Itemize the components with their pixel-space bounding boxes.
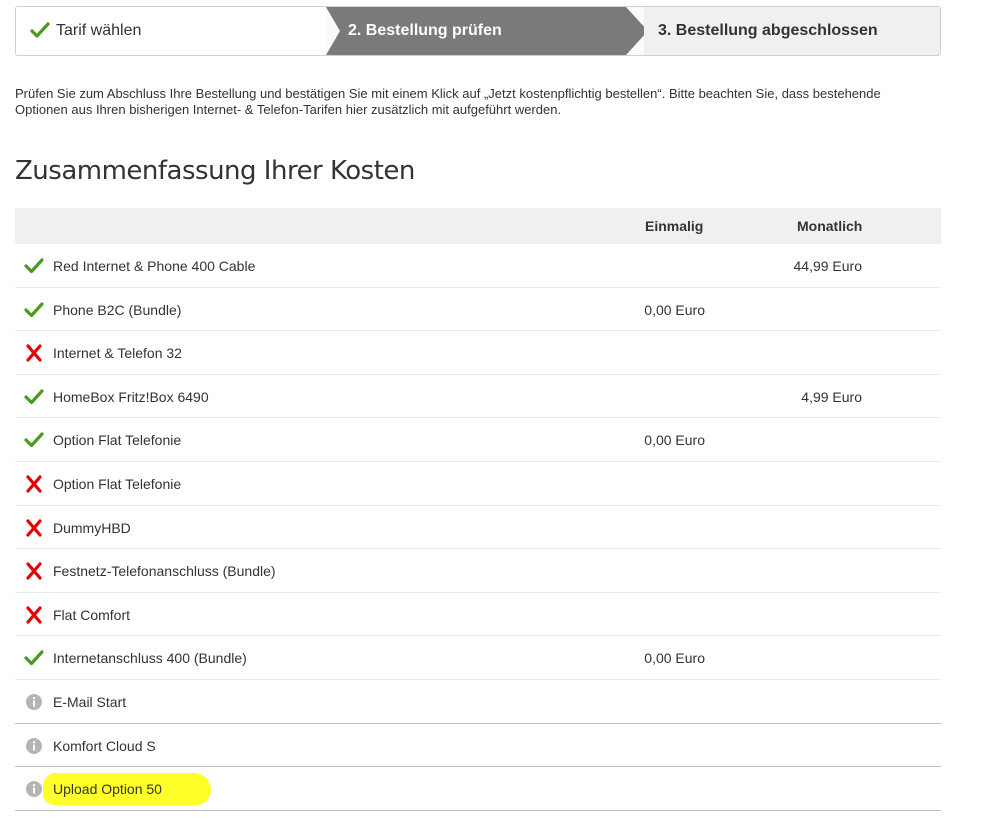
- step-complete: 3. Bestellung abgeschlossen: [644, 7, 940, 55]
- row-label: E-Mail Start: [53, 693, 127, 710]
- table-row: Internet & Telefon 32: [15, 331, 941, 375]
- table-header: Einmalig Monatlich: [15, 208, 941, 244]
- column-header-once: Einmalig: [645, 218, 704, 234]
- page-title: Zusammenfassung Ihrer Kosten: [15, 156, 415, 186]
- row-label: Internet & Telefon 32: [53, 345, 182, 362]
- table-row: HomeBox Fritz!Box 6490 4,99 Euro: [15, 375, 941, 419]
- check-icon: [24, 387, 44, 407]
- cost-summary-table: Einmalig Monatlich Red Internet & Phone …: [15, 208, 941, 811]
- table-row: E-Mail Start: [15, 680, 941, 724]
- row-label: HomeBox Fritz!Box 6490: [53, 388, 209, 405]
- table-body: Red Internet & Phone 400 Cable 44,99 Euro…: [15, 244, 941, 811]
- table-row: Festnetz-Telefonanschluss (Bundle): [15, 549, 941, 593]
- info-icon: [24, 736, 44, 756]
- step-tariff-label: Tarif wählen: [56, 22, 142, 39]
- row-monthly-cost: 4,99 Euro: [801, 388, 862, 405]
- row-monthly-cost: 44,99 Euro: [793, 258, 863, 274]
- row-once-cost: 0,00 Euro: [644, 432, 705, 449]
- cross-icon: [24, 343, 44, 363]
- row-label: Komfort Cloud S: [53, 737, 156, 754]
- table-row: Upload Option 50: [15, 767, 941, 811]
- step-review: 2. Bestellung prüfen: [326, 7, 648, 55]
- check-icon: [30, 22, 50, 38]
- intro-text: Prüfen Sie zum Abschluss Ihre Bestellung…: [15, 86, 881, 117]
- row-once-cost: 0,00 Euro: [644, 301, 705, 318]
- check-icon: [24, 648, 44, 668]
- check-icon: [24, 300, 44, 320]
- table-row: Komfort Cloud S: [15, 724, 941, 768]
- cross-icon: [24, 518, 44, 538]
- info-icon: [24, 779, 44, 799]
- table-row: Internetanschluss 400 (Bundle) 0,00 Euro: [15, 636, 941, 680]
- row-label: Festnetz-Telefonanschluss (Bundle): [53, 563, 276, 580]
- row-label: Internetanschluss 400 (Bundle): [53, 650, 247, 667]
- check-icon: [24, 256, 44, 276]
- order-stepper: Tarif wählen 2. Bestellung prüfen 3. Bes…: [15, 6, 941, 56]
- step-review-label: 2. Bestellung prüfen: [348, 22, 502, 39]
- row-label: Phone B2C (Bundle): [53, 301, 182, 318]
- table-row: Option Flat Telefonie: [15, 462, 941, 506]
- step-tariff[interactable]: Tarif wählen: [16, 7, 326, 55]
- table-row: Option Flat Telefonie 0,00 Euro: [15, 418, 941, 462]
- cross-icon: [24, 561, 44, 581]
- row-label: Flat Comfort: [53, 606, 131, 623]
- table-row: DummyHBD: [15, 506, 941, 550]
- table-row: Flat Comfort: [15, 593, 941, 637]
- row-label: Option Flat Telefonie: [53, 432, 182, 449]
- table-row: Red Internet & Phone 400 Cable 44,99 Euro: [15, 244, 941, 288]
- row-label: Red Internet & Phone 400 Cable: [53, 258, 256, 274]
- row-label: Option Flat Telefonie: [53, 475, 182, 492]
- row-label: DummyHBD: [53, 519, 131, 536]
- row-label: Upload Option 50: [53, 781, 162, 798]
- check-icon: [24, 430, 44, 450]
- info-icon: [24, 692, 44, 712]
- cross-icon: [24, 474, 44, 494]
- row-once-cost: 0,00 Euro: [644, 650, 705, 667]
- cross-icon: [24, 605, 44, 625]
- column-header-monthly: Monatlich: [797, 218, 863, 234]
- step-complete-label: 3. Bestellung abgeschlossen: [658, 22, 878, 39]
- table-row: Phone B2C (Bundle) 0,00 Euro: [15, 288, 941, 332]
